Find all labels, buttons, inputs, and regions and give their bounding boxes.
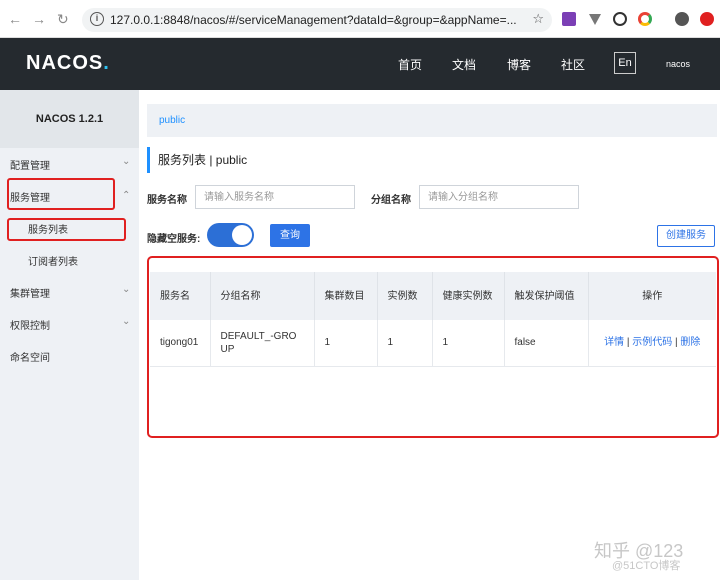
account-icon[interactable] <box>675 12 689 26</box>
highlight-box-service <box>7 178 115 210</box>
nav-community[interactable]: 社区 <box>561 56 585 73</box>
service-name-label: 服务名称 <box>147 195 187 206</box>
create-service-button[interactable]: 创建服务 <box>657 225 715 247</box>
group-name-label: 分组名称 <box>371 195 411 206</box>
extension-vee-icon[interactable] <box>589 14 601 25</box>
user-name[interactable]: nacos <box>666 59 690 69</box>
update-icon[interactable] <box>700 12 714 26</box>
sidebar-item-subscribers[interactable]: 订阅者列表 <box>28 253 78 268</box>
url-text[interactable]: 127.0.0.1:8848/nacos/#/serviceManagement… <box>110 13 517 27</box>
toggle-knob <box>232 225 252 245</box>
extension-icon[interactable] <box>562 12 576 26</box>
nacos-logo[interactable]: NACOS. <box>26 52 110 75</box>
info-icon[interactable]: i <box>90 12 104 26</box>
namespace-tab-public[interactable]: public <box>159 115 185 126</box>
highlight-box-service-list <box>7 218 126 241</box>
sidebar-item-config[interactable]: 配置管理 <box>10 157 50 172</box>
nav-home[interactable]: 首页 <box>398 56 422 73</box>
forward-icon[interactable]: → <box>32 11 46 27</box>
chevron-up-icon[interactable]: ⌃ <box>122 190 130 201</box>
reload-icon[interactable]: ↻ <box>57 11 69 28</box>
hide-empty-toggle[interactable] <box>207 223 254 247</box>
sidebar-item-permission[interactable]: 权限控制 <box>10 317 50 332</box>
chrome-icon[interactable] <box>638 12 652 26</box>
chevron-down-icon[interactable]: ⌄ <box>122 156 130 167</box>
browser-toolbar: ← → ↻ i 127.0.0.1:8848/nacos/#/serviceMa… <box>0 0 720 38</box>
back-icon[interactable]: ← <box>8 11 22 27</box>
group-name-input[interactable] <box>419 185 579 209</box>
query-button[interactable]: 查询 <box>270 224 310 247</box>
star-icon[interactable]: ☆ <box>532 11 544 27</box>
top-navbar: NACOS. 首页 文档 博客 社区 En nacos <box>0 38 720 90</box>
chevron-down-icon[interactable]: ⌄ <box>122 284 130 295</box>
address-bar[interactable]: i 127.0.0.1:8848/nacos/#/serviceManageme… <box>82 8 552 32</box>
watermark-51cto: @51CTO博客 <box>612 560 681 572</box>
chevron-down-icon[interactable]: ⌄ <box>122 316 130 327</box>
sidebar-item-namespace[interactable]: 命名空间 <box>10 349 50 364</box>
highlight-box-table <box>147 256 719 438</box>
sidebar-item-cluster[interactable]: 集群管理 <box>10 285 50 300</box>
extension-circle-icon[interactable] <box>613 12 627 26</box>
nav-blog[interactable]: 博客 <box>507 56 531 73</box>
namespace-bar: public <box>147 104 717 137</box>
sidebar-brand: NACOS 1.2.1 <box>0 90 139 148</box>
language-toggle[interactable]: En <box>614 52 636 74</box>
service-name-input[interactable] <box>195 185 355 209</box>
nav-docs[interactable]: 文档 <box>452 56 476 73</box>
page-title: 服务列表 | public <box>147 147 247 173</box>
hide-empty-label: 隐藏空服务: <box>147 234 201 245</box>
